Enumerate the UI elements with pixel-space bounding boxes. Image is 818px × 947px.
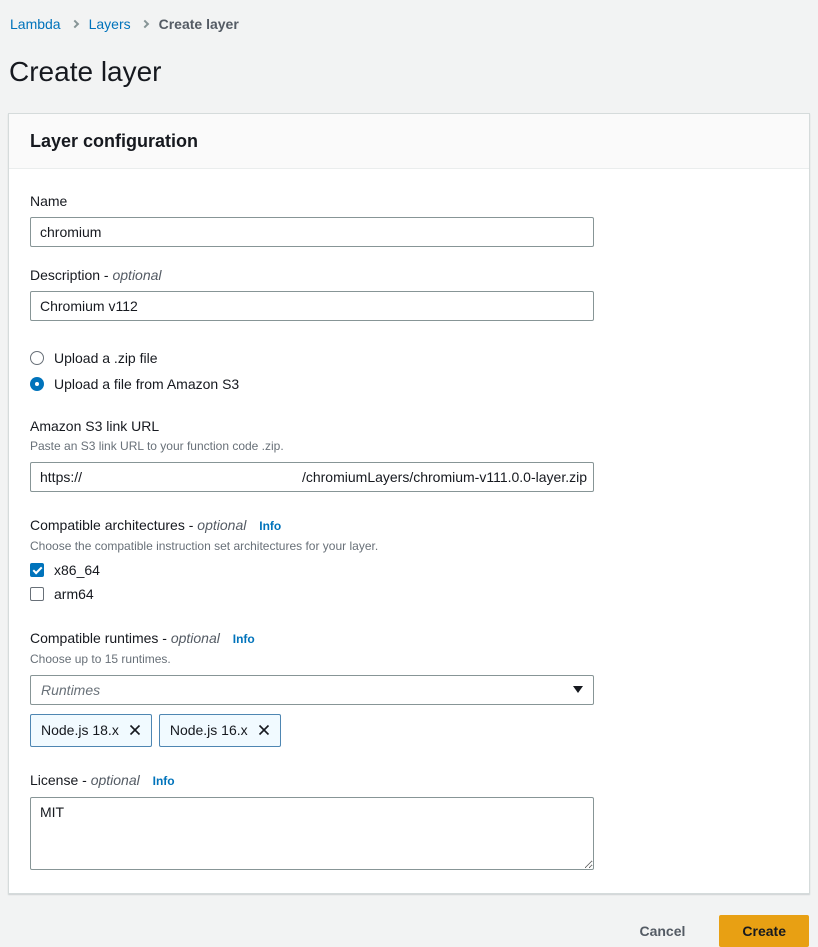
runtime-tokens: Node.js 18.x Node.js 16.x <box>30 714 788 747</box>
panel-title: Layer configuration <box>30 131 198 151</box>
layer-configuration-panel: Layer configuration Name Description - o… <box>8 113 810 894</box>
s3-url-field-group: Amazon S3 link URL Paste an S3 link URL … <box>30 418 788 492</box>
license-label-text: License - <box>30 772 87 788</box>
license-textarea[interactable]: MIT <box>30 797 594 870</box>
upload-s3-label: Upload a file from Amazon S3 <box>54 376 239 392</box>
close-icon <box>129 724 141 736</box>
runtimes-info-link[interactable]: Info <box>233 632 255 646</box>
runtimes-help: Choose up to 15 runtimes. <box>30 652 788 667</box>
license-info-link[interactable]: Info <box>153 774 175 788</box>
architectures-label: Compatible architectures - optional Info <box>30 517 788 535</box>
breadcrumb-link-lambda[interactable]: Lambda <box>10 16 61 32</box>
description-label-text: Description - <box>30 267 109 283</box>
architecture-x86-label: x86_64 <box>54 562 100 578</box>
runtimes-select[interactable]: Runtimes <box>30 675 594 705</box>
runtime-token-nodejs16: Node.js 16.x <box>159 714 281 747</box>
panel-header: Layer configuration <box>9 114 809 169</box>
breadcrumb-current: Create layer <box>159 16 239 32</box>
description-input[interactable] <box>30 291 594 321</box>
dismiss-token-button[interactable] <box>129 724 141 736</box>
upload-zip-label: Upload a .zip file <box>54 350 158 366</box>
checkbox-unchecked-icon[interactable] <box>30 587 44 601</box>
architectures-field-group: Compatible architectures - optional Info… <box>30 517 788 602</box>
architectures-help: Choose the compatible instruction set ar… <box>30 539 788 554</box>
breadcrumb: Lambda Layers Create layer <box>0 0 818 32</box>
radio-selected-icon[interactable] <box>30 377 44 391</box>
breadcrumb-link-layers[interactable]: Layers <box>89 16 131 32</box>
license-field-group: License - optional Info MIT <box>30 772 788 870</box>
architecture-arm64-label: arm64 <box>54 586 94 602</box>
page-title: Create layer <box>9 57 818 88</box>
architecture-x86-option[interactable]: x86_64 <box>30 562 788 578</box>
name-input[interactable] <box>30 217 594 247</box>
description-field-group: Description - optional <box>30 267 788 321</box>
radio-unselected-icon[interactable] <box>30 351 44 365</box>
architectures-info-link[interactable]: Info <box>259 519 281 533</box>
description-optional-text: optional <box>112 267 161 283</box>
upload-zip-option[interactable]: Upload a .zip file <box>30 350 788 366</box>
s3-url-label: Amazon S3 link URL <box>30 418 788 435</box>
architectures-optional-text: optional <box>197 517 246 533</box>
runtime-token-nodejs18: Node.js 18.x <box>30 714 152 747</box>
checkbox-checked-icon[interactable] <box>30 563 44 577</box>
upload-source-radio-group: Upload a .zip file Upload a file from Am… <box>30 350 788 392</box>
close-icon <box>258 724 270 736</box>
description-label: Description - optional <box>30 267 788 284</box>
panel-body: Name Description - optional Upload a .zi… <box>9 169 809 893</box>
name-field-group: Name <box>30 193 788 247</box>
runtimes-optional-text: optional <box>171 630 220 646</box>
architectures-label-text: Compatible architectures - <box>30 517 193 533</box>
s3-url-prefix: https:// <box>40 469 82 485</box>
name-label: Name <box>30 193 788 210</box>
license-optional-text: optional <box>91 772 140 788</box>
chevron-down-icon <box>573 686 583 693</box>
dismiss-token-button[interactable] <box>258 724 270 736</box>
breadcrumb-separator-icon <box>140 20 148 28</box>
s3-url-suffix: /chromiumLayers/chromium-v111.0.0-layer.… <box>302 469 587 485</box>
architecture-arm64-option[interactable]: arm64 <box>30 586 788 602</box>
runtimes-field-group: Compatible runtimes - optional Info Choo… <box>30 630 788 747</box>
breadcrumb-separator-icon <box>70 20 78 28</box>
upload-s3-option[interactable]: Upload a file from Amazon S3 <box>30 376 788 392</box>
license-label: License - optional Info <box>30 772 788 790</box>
s3-url-input[interactable]: https:// /chromiumLayers/chromium-v111.0… <box>30 462 594 492</box>
runtimes-select-placeholder: Runtimes <box>41 682 100 698</box>
s3-url-help: Paste an S3 link URL to your function co… <box>30 439 788 454</box>
runtimes-label-text: Compatible runtimes - <box>30 630 167 646</box>
runtime-token-label: Node.js 18.x <box>41 722 119 738</box>
runtime-token-label: Node.js 16.x <box>170 722 248 738</box>
runtimes-label: Compatible runtimes - optional Info <box>30 630 788 648</box>
